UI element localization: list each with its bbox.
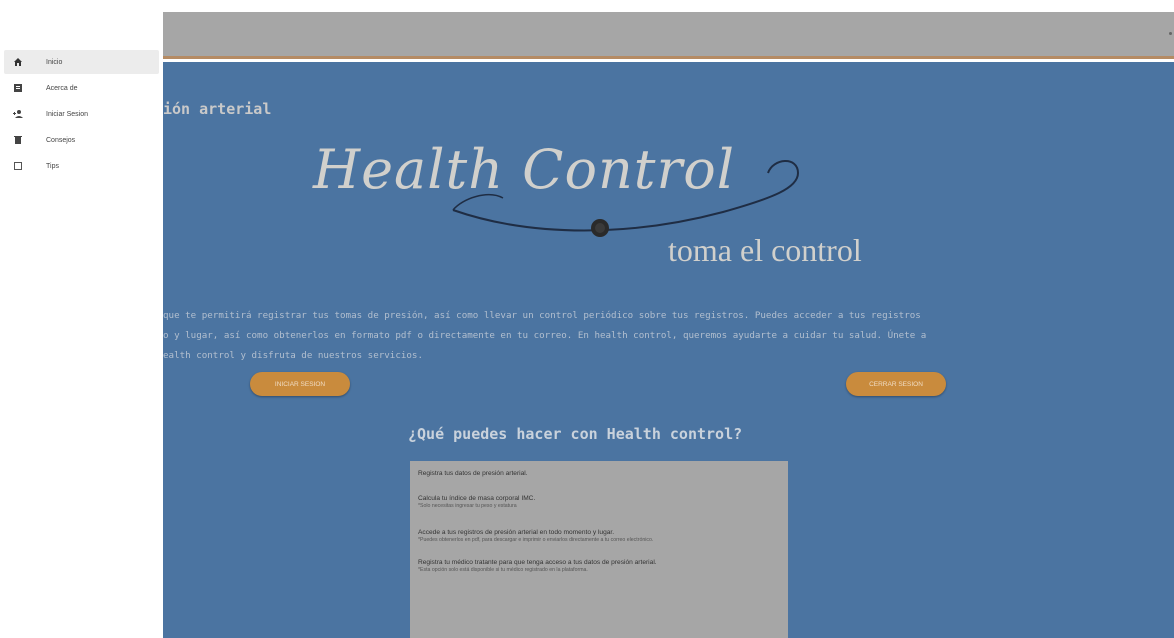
- feature-title: Registra tus datos de presión arterial.: [418, 470, 528, 477]
- feature-title: Registra tu médico tratante para que ten…: [418, 559, 657, 566]
- intro-line: o y lugar, así como obtenerlos en format…: [163, 330, 927, 341]
- health-control-logo: Health Control toma el control: [303, 128, 903, 278]
- sidebar-item-consejos[interactable]: Consejos: [4, 128, 159, 152]
- sidebar-item-acerca[interactable]: Acerca de: [4, 76, 159, 100]
- feature-item: Calcula tu índice de masa corporal IMC. …: [418, 494, 780, 510]
- intro-paragraph: que te permitirá registrar tus tomas de …: [163, 306, 1153, 366]
- feature-item: Registra tu médico tratante para que ten…: [418, 558, 780, 574]
- login-button[interactable]: CERRAR SESION: [846, 372, 946, 396]
- sidebar-item-inicio[interactable]: Inicio: [4, 50, 159, 74]
- sidebar-item-label: Tips: [46, 162, 59, 170]
- main-content: ión arterial Health Control toma el cont…: [163, 62, 1174, 638]
- feature-note: *Puedes obtenerlos en pdf, para descarga…: [418, 537, 654, 543]
- sidebar-item-label: Acerca de: [46, 84, 78, 92]
- tips-icon: [10, 132, 26, 148]
- intro-line: que te permitirá registrar tus tomas de …: [163, 310, 921, 321]
- register-button[interactable]: INICIAR SESION: [250, 372, 350, 396]
- home-icon: [10, 54, 26, 70]
- logo-text: Health Control: [313, 138, 736, 201]
- sidebar-item-label: Inicio: [46, 58, 63, 66]
- sidebar-item-label: Iniciar Sesion: [46, 110, 89, 118]
- sidebar-item-label: Consejos: [46, 136, 76, 144]
- more-icon[interactable]: [1169, 32, 1172, 35]
- sidebar-item-iniciar-sesion[interactable]: Iniciar Sesion: [4, 102, 159, 126]
- sidebar-drawer: Inicio Acerca de Iniciar Sesion Consejos…: [0, 0, 163, 638]
- feature-item: Accede a tus registros de presión arteri…: [418, 528, 780, 544]
- intro-line: ealth control y disfruta de nuestros ser…: [163, 350, 423, 361]
- logo-tagline: toma el control: [668, 232, 862, 268]
- features-heading: ¿Qué puedes hacer con Health control?: [408, 425, 743, 443]
- features-panel: Registra tus datos de presión arterial. …: [410, 461, 788, 638]
- sidebar-item-tips[interactable]: Tips: [4, 154, 159, 178]
- login-icon: [10, 106, 26, 122]
- feature-note: *Esta opción solo está disponible si tu …: [418, 567, 588, 573]
- feature-title: Accede a tus registros de presión arteri…: [418, 529, 615, 536]
- info-icon: [10, 80, 26, 96]
- feature-note: *Solo necesitas ingresar tu peso y estat…: [418, 503, 517, 509]
- feature-title: Calcula tu índice de masa corporal IMC.: [418, 495, 536, 502]
- page-title: ión arterial: [163, 100, 272, 118]
- top-toolbar: [163, 12, 1174, 59]
- bookmark-icon: [10, 158, 26, 174]
- feature-item: Registra tus datos de presión arterial.: [418, 469, 780, 478]
